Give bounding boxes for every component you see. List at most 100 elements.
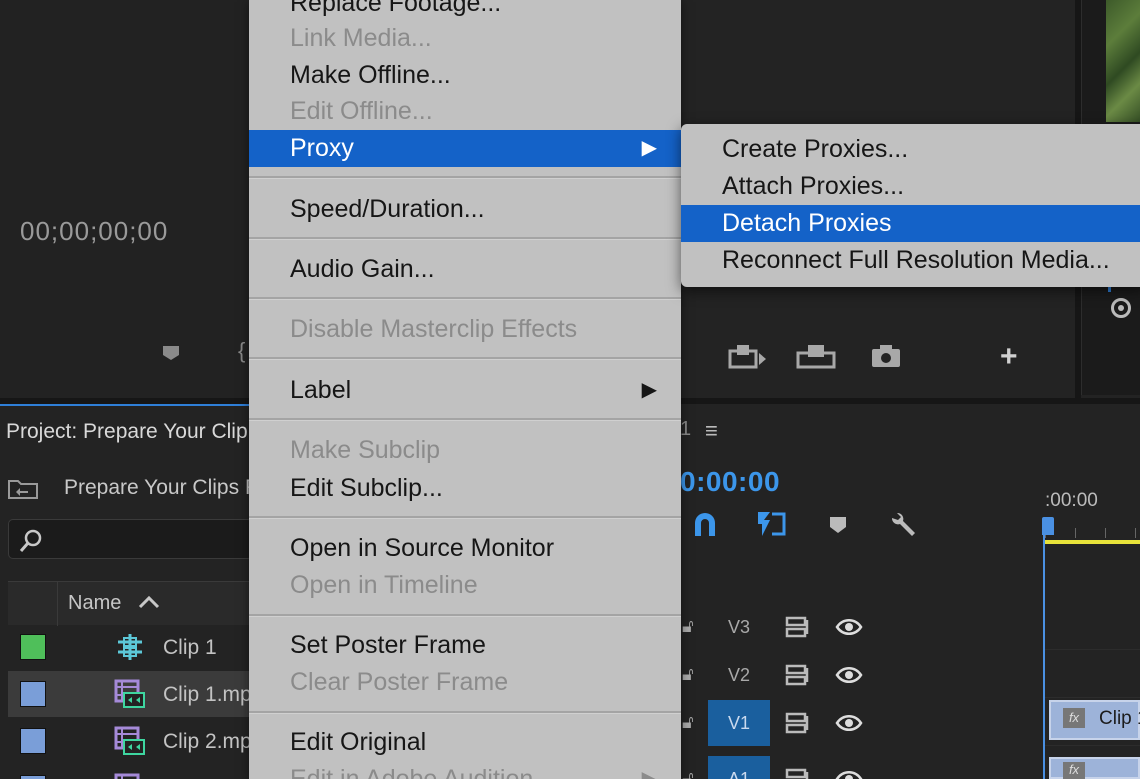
button-editor-icon[interactable]: +: [1000, 340, 1018, 374]
multicam-sequence-icon: [118, 634, 142, 660]
snap-icon[interactable]: [692, 510, 718, 538]
menu-item-label: Replace Footage...: [290, 0, 502, 17]
insert-icon[interactable]: [728, 343, 768, 369]
mark-in-icon[interactable]: {: [238, 338, 245, 364]
toggle-track-output-icon[interactable]: [835, 666, 863, 684]
menu-item-proxy[interactable]: Proxy ▶: [249, 130, 681, 167]
project-list-item[interactable]: Clip 1: [8, 624, 250, 670]
menu-item-label: Clear Poster Frame: [290, 668, 509, 696]
playhead-handle[interactable]: [1042, 517, 1054, 535]
label-color-swatch[interactable]: [20, 775, 46, 779]
sync-lock-icon[interactable]: [785, 664, 811, 686]
track-target-toggle[interactable]: V3: [708, 604, 770, 650]
menu-item-label: Audio Gain...: [290, 255, 435, 283]
linked-selection-icon[interactable]: [756, 510, 786, 538]
menu-item-label: Disable Masterclip Effects: [290, 315, 578, 343]
menu-item-edit-in-adobe-audition[interactable]: Edit in Adobe Audition ▶: [249, 761, 681, 779]
clip-name: Clip 1.mp: [163, 683, 252, 706]
track-target-toggle[interactable]: V1: [708, 700, 770, 746]
menu-item-edit-subclip[interactable]: Edit Subclip...: [249, 470, 681, 507]
timeline-tab-number[interactable]: 1: [680, 418, 691, 441]
sync-lock-icon[interactable]: [785, 712, 811, 734]
menu-item-label: Make Offline...: [290, 61, 451, 89]
menu-item-label: Link Media...: [290, 24, 432, 52]
menu-item-label: Open in Timeline: [290, 571, 478, 599]
list-column-header: Name: [8, 581, 250, 626]
menu-separator: [249, 237, 681, 240]
video-audio-clip-icon: [114, 773, 140, 779]
menu-separator: [249, 357, 681, 360]
menu-item-label: Make Subclip: [290, 436, 441, 464]
menu-separator: [249, 711, 681, 714]
project-list-item[interactable]: Clip 1.mp: [8, 671, 252, 717]
menu-item-label[interactable]: Label ▶: [249, 372, 681, 409]
menu-item-make-offline[interactable]: Make Offline...: [249, 57, 681, 94]
video-audio-clip-icon: [114, 679, 145, 708]
overwrite-icon[interactable]: [796, 343, 836, 369]
menu-item-open-in-source-monitor[interactable]: Open in Source Monitor: [249, 530, 681, 567]
menu-item-disable-masterclip-effects[interactable]: Disable Masterclip Effects: [249, 311, 681, 348]
menu-item-clear-poster-frame[interactable]: Clear Poster Frame: [249, 664, 681, 701]
parent-bin-icon[interactable]: [8, 477, 38, 499]
project-list-item[interactable]: Clip 2.mp: [8, 718, 252, 764]
menu-item-edit-original[interactable]: Edit Original: [249, 724, 681, 761]
track-target-toggle[interactable]: V2: [708, 652, 770, 698]
menu-item-make-subclip[interactable]: Make Subclip: [249, 432, 681, 469]
label-color-swatch[interactable]: [20, 634, 46, 660]
mute-track-icon[interactable]: [785, 768, 811, 779]
add-marker-icon[interactable]: [829, 516, 847, 534]
track-header-v2: 🔓︎ V2: [680, 652, 1140, 698]
submenu-item-create-proxies[interactable]: Create Proxies...: [681, 131, 1140, 168]
submenu-item-detach-proxies[interactable]: Detach Proxies: [681, 205, 1140, 242]
menu-item-speed-duration[interactable]: Speed/Duration...: [249, 191, 681, 228]
solo-track-icon[interactable]: [835, 770, 863, 779]
menu-separator: [249, 614, 681, 617]
project-panel-title[interactable]: Project: Prepare Your Clip: [6, 420, 248, 444]
panel-menu-icon[interactable]: ≡: [705, 418, 718, 444]
timeline-clip-a1[interactable]: fx: [1049, 757, 1140, 779]
toggle-track-output-icon[interactable]: [835, 618, 863, 636]
wrench-icon[interactable]: [888, 510, 918, 540]
time-ruler[interactable]: [1045, 528, 1140, 538]
lock-track-icon[interactable]: 🔓︎: [682, 712, 694, 733]
search-icon: [19, 529, 42, 552]
lock-track-icon[interactable]: 🔓︎: [682, 616, 694, 637]
menu-item-label: Edit Original: [290, 728, 427, 756]
menu-item-link-media[interactable]: Link Media...: [249, 20, 681, 57]
clip-name: Clip 2.mp: [163, 730, 252, 753]
submenu-arrow-icon: ▶: [641, 137, 657, 159]
lock-track-icon[interactable]: 🔓︎: [682, 768, 694, 779]
export-frame-icon[interactable]: [870, 343, 902, 369]
menu-item-audio-gain[interactable]: Audio Gain...: [249, 251, 681, 288]
search-input[interactable]: [8, 519, 253, 559]
name-column-header[interactable]: Name: [68, 592, 121, 615]
submenu-item-reconnect-full-resolution-media[interactable]: Reconnect Full Resolution Media...: [681, 242, 1140, 279]
menu-item-open-in-timeline[interactable]: Open in Timeline: [249, 567, 681, 604]
label-color-swatch[interactable]: [20, 681, 46, 707]
timeline-timecode[interactable]: 0:00:00: [680, 466, 780, 498]
sort-ascending-icon[interactable]: [138, 594, 160, 610]
project-list-item[interactable]: Clip 3: [8, 765, 250, 779]
fx-badge: fx: [1063, 708, 1085, 728]
menu-item-label: Proxy: [290, 134, 354, 162]
track-target-toggle[interactable]: A1: [708, 756, 770, 779]
add-marker-icon[interactable]: [162, 345, 180, 361]
menu-item-set-poster-frame[interactable]: Set Poster Frame: [249, 627, 681, 664]
source-timecode[interactable]: 00;00;00;00: [20, 216, 168, 247]
submenu-item-attach-proxies[interactable]: Attach Proxies...: [681, 168, 1140, 205]
work-area-bar[interactable]: [1044, 540, 1140, 544]
label-column-header[interactable]: [8, 582, 58, 626]
label-color-swatch[interactable]: [20, 728, 46, 754]
sync-lock-icon[interactable]: [785, 616, 811, 638]
video-audio-clip-icon: [114, 726, 145, 755]
video-thumbnail: [1106, 0, 1140, 122]
lock-track-icon[interactable]: 🔓︎: [682, 664, 694, 685]
toggle-track-output-icon[interactable]: [835, 714, 863, 732]
timeline-clip-v1[interactable]: fx Clip 1: [1049, 700, 1140, 740]
record-icon[interactable]: [1111, 298, 1131, 318]
clip-name: Clip 1: [163, 636, 217, 659]
track-lane[interactable]: [1045, 652, 1140, 698]
menu-item-edit-offline[interactable]: Edit Offline...: [249, 93, 681, 130]
track-lane[interactable]: [1045, 604, 1140, 650]
menu-item-replace-footage[interactable]: Replace Footage...: [249, 0, 681, 22]
